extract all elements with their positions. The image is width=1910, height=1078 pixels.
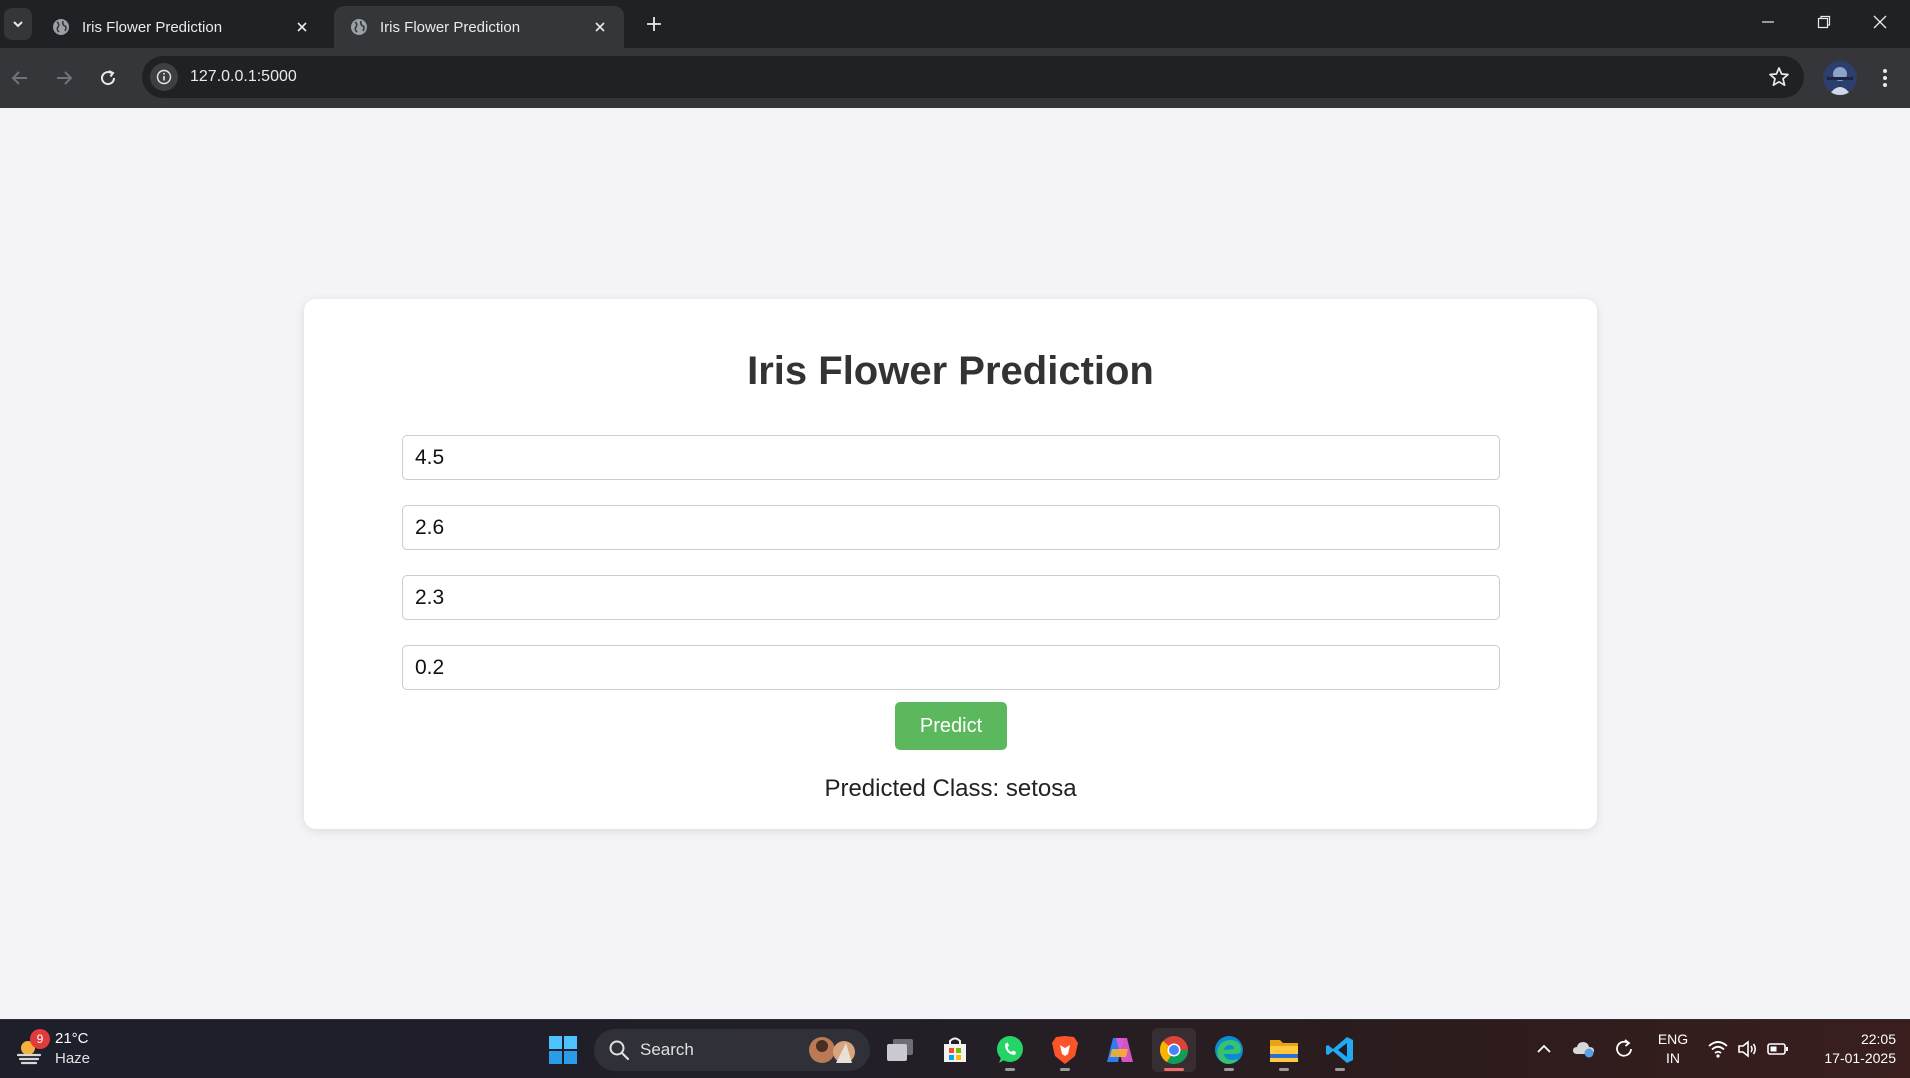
avatar-icon	[1823, 61, 1857, 95]
prediction-result: Predicted Class: setosa	[824, 775, 1077, 802]
tab-title: Iris Flower Prediction	[380, 18, 521, 36]
site-info-icon[interactable]	[150, 63, 178, 91]
chevron-down-icon	[13, 21, 23, 28]
close-icon	[1873, 15, 1887, 29]
prediction-card: Iris Flower Prediction 4.5 2.6 2.3 0.2 P…	[304, 299, 1597, 829]
address-bar[interactable]: 127.0.0.1:5000	[142, 56, 1804, 98]
onedrive-tray[interactable]	[1569, 1034, 1599, 1064]
arrow-right-icon	[57, 71, 73, 85]
chrome-app[interactable]	[1152, 1028, 1196, 1072]
language-code: ENG	[1657, 1031, 1689, 1047]
copilot-icon	[1107, 1038, 1133, 1062]
taskbar-search[interactable]: Search	[594, 1029, 870, 1071]
reload-icon	[101, 70, 116, 86]
notification-badge: 9	[30, 1029, 50, 1049]
clock-date: 17-01-2025	[1824, 1050, 1896, 1066]
browser-tab-bar: Iris Flower Prediction Iris Flower Predi…	[0, 0, 1910, 48]
tab-search-button[interactable]	[4, 8, 32, 40]
clock-time: 22:05	[1860, 1031, 1896, 1047]
forward-button[interactable]	[46, 60, 82, 96]
folder-icon	[1270, 1040, 1298, 1062]
profile-avatar[interactable]	[1823, 61, 1857, 95]
tab-title: Iris Flower Prediction	[82, 18, 223, 36]
more-vertical-icon	[1883, 69, 1887, 87]
url-text: 127.0.0.1:5000	[190, 68, 297, 85]
petal-width-input[interactable]: 0.2	[402, 645, 1500, 690]
close-tab-icon[interactable]	[590, 17, 610, 37]
edge-app[interactable]	[1207, 1028, 1251, 1072]
sepal-width-input[interactable]: 2.6	[402, 505, 1500, 550]
page-viewport: Iris Flower Prediction 4.5 2.6 2.3 0.2 P…	[0, 108, 1910, 1019]
refresh-icon	[1616, 1039, 1632, 1057]
wifi-tray[interactable]	[1703, 1034, 1733, 1064]
chevron-up-icon	[1537, 1044, 1551, 1053]
minimize-button[interactable]	[1740, 0, 1796, 44]
back-button[interactable]	[2, 60, 38, 96]
input-value: 0.2	[415, 655, 445, 679]
whatsapp-icon	[997, 1036, 1023, 1063]
taskbar: 9 21°C Haze Search ENG IN 22:05 17-01-20…	[0, 1019, 1910, 1078]
close-window-button[interactable]	[1852, 0, 1908, 44]
brave-browser-app[interactable]	[1043, 1028, 1087, 1072]
globe-icon	[351, 19, 367, 35]
wifi-icon	[1708, 1041, 1728, 1058]
search-icon	[609, 1040, 630, 1061]
search-label: Search	[640, 1040, 694, 1059]
show-hidden-icons-button[interactable]	[1529, 1034, 1559, 1064]
predict-button[interactable]: Predict	[895, 702, 1007, 750]
edge-icon	[1215, 1036, 1243, 1064]
browser-tab-1[interactable]: Iris Flower Prediction	[36, 6, 326, 48]
bookmark-star-icon[interactable]	[1768, 66, 1790, 88]
system-clock[interactable]: 22:05 17-01-2025	[1800, 1030, 1896, 1068]
battery-icon	[1767, 1043, 1788, 1055]
task-view-button[interactable]	[878, 1028, 922, 1072]
reload-button[interactable]	[90, 60, 126, 96]
browser-toolbar: 127.0.0.1:5000	[0, 48, 1910, 108]
file-explorer-app[interactable]	[1262, 1028, 1306, 1072]
restore-icon	[1817, 15, 1831, 29]
battery-tray[interactable]	[1763, 1034, 1793, 1064]
windows-logo-icon	[549, 1036, 577, 1064]
restore-button[interactable]	[1796, 0, 1852, 44]
speaker-icon	[1738, 1040, 1757, 1058]
petal-length-input[interactable]: 2.3	[402, 575, 1500, 620]
browser-tab-2[interactable]: Iris Flower Prediction	[334, 6, 624, 48]
whatsapp-app[interactable]	[988, 1028, 1032, 1072]
store-icon	[944, 1037, 966, 1062]
cloud-sync-icon	[1573, 1042, 1594, 1058]
vscode-app[interactable]	[1318, 1028, 1362, 1072]
chrome-icon	[1160, 1036, 1188, 1064]
region-code: IN	[1666, 1050, 1680, 1066]
volume-tray[interactable]	[1733, 1034, 1763, 1064]
brave-icon	[1052, 1036, 1078, 1064]
update-tray[interactable]	[1609, 1034, 1639, 1064]
input-value: 2.3	[415, 585, 445, 609]
arrow-left-icon	[11, 71, 27, 85]
input-value: 2.6	[415, 515, 445, 539]
search-highlight-icon	[809, 1037, 855, 1063]
start-button[interactable]	[541, 1028, 585, 1072]
weather-description: Haze	[55, 1050, 91, 1067]
vscode-icon	[1326, 1037, 1353, 1063]
sepal-length-input[interactable]: 4.5	[402, 435, 1500, 480]
browser-menu-button[interactable]	[1870, 62, 1900, 94]
globe-icon	[53, 19, 69, 35]
minimize-icon	[1762, 21, 1774, 23]
new-tab-button[interactable]	[640, 10, 668, 38]
close-tab-icon[interactable]	[292, 17, 312, 37]
input-value: 4.5	[415, 445, 445, 469]
copilot-app[interactable]	[1098, 1028, 1142, 1072]
page-title: Iris Flower Prediction	[747, 349, 1154, 393]
task-view-icon	[887, 1039, 913, 1061]
plus-icon	[647, 17, 661, 31]
weather-temperature: 21°C	[55, 1030, 89, 1047]
language-indicator[interactable]: ENG IN	[1654, 1030, 1692, 1068]
microsoft-store-app[interactable]	[933, 1028, 977, 1072]
weather-widget[interactable]: 9 21°C Haze	[12, 1029, 102, 1071]
